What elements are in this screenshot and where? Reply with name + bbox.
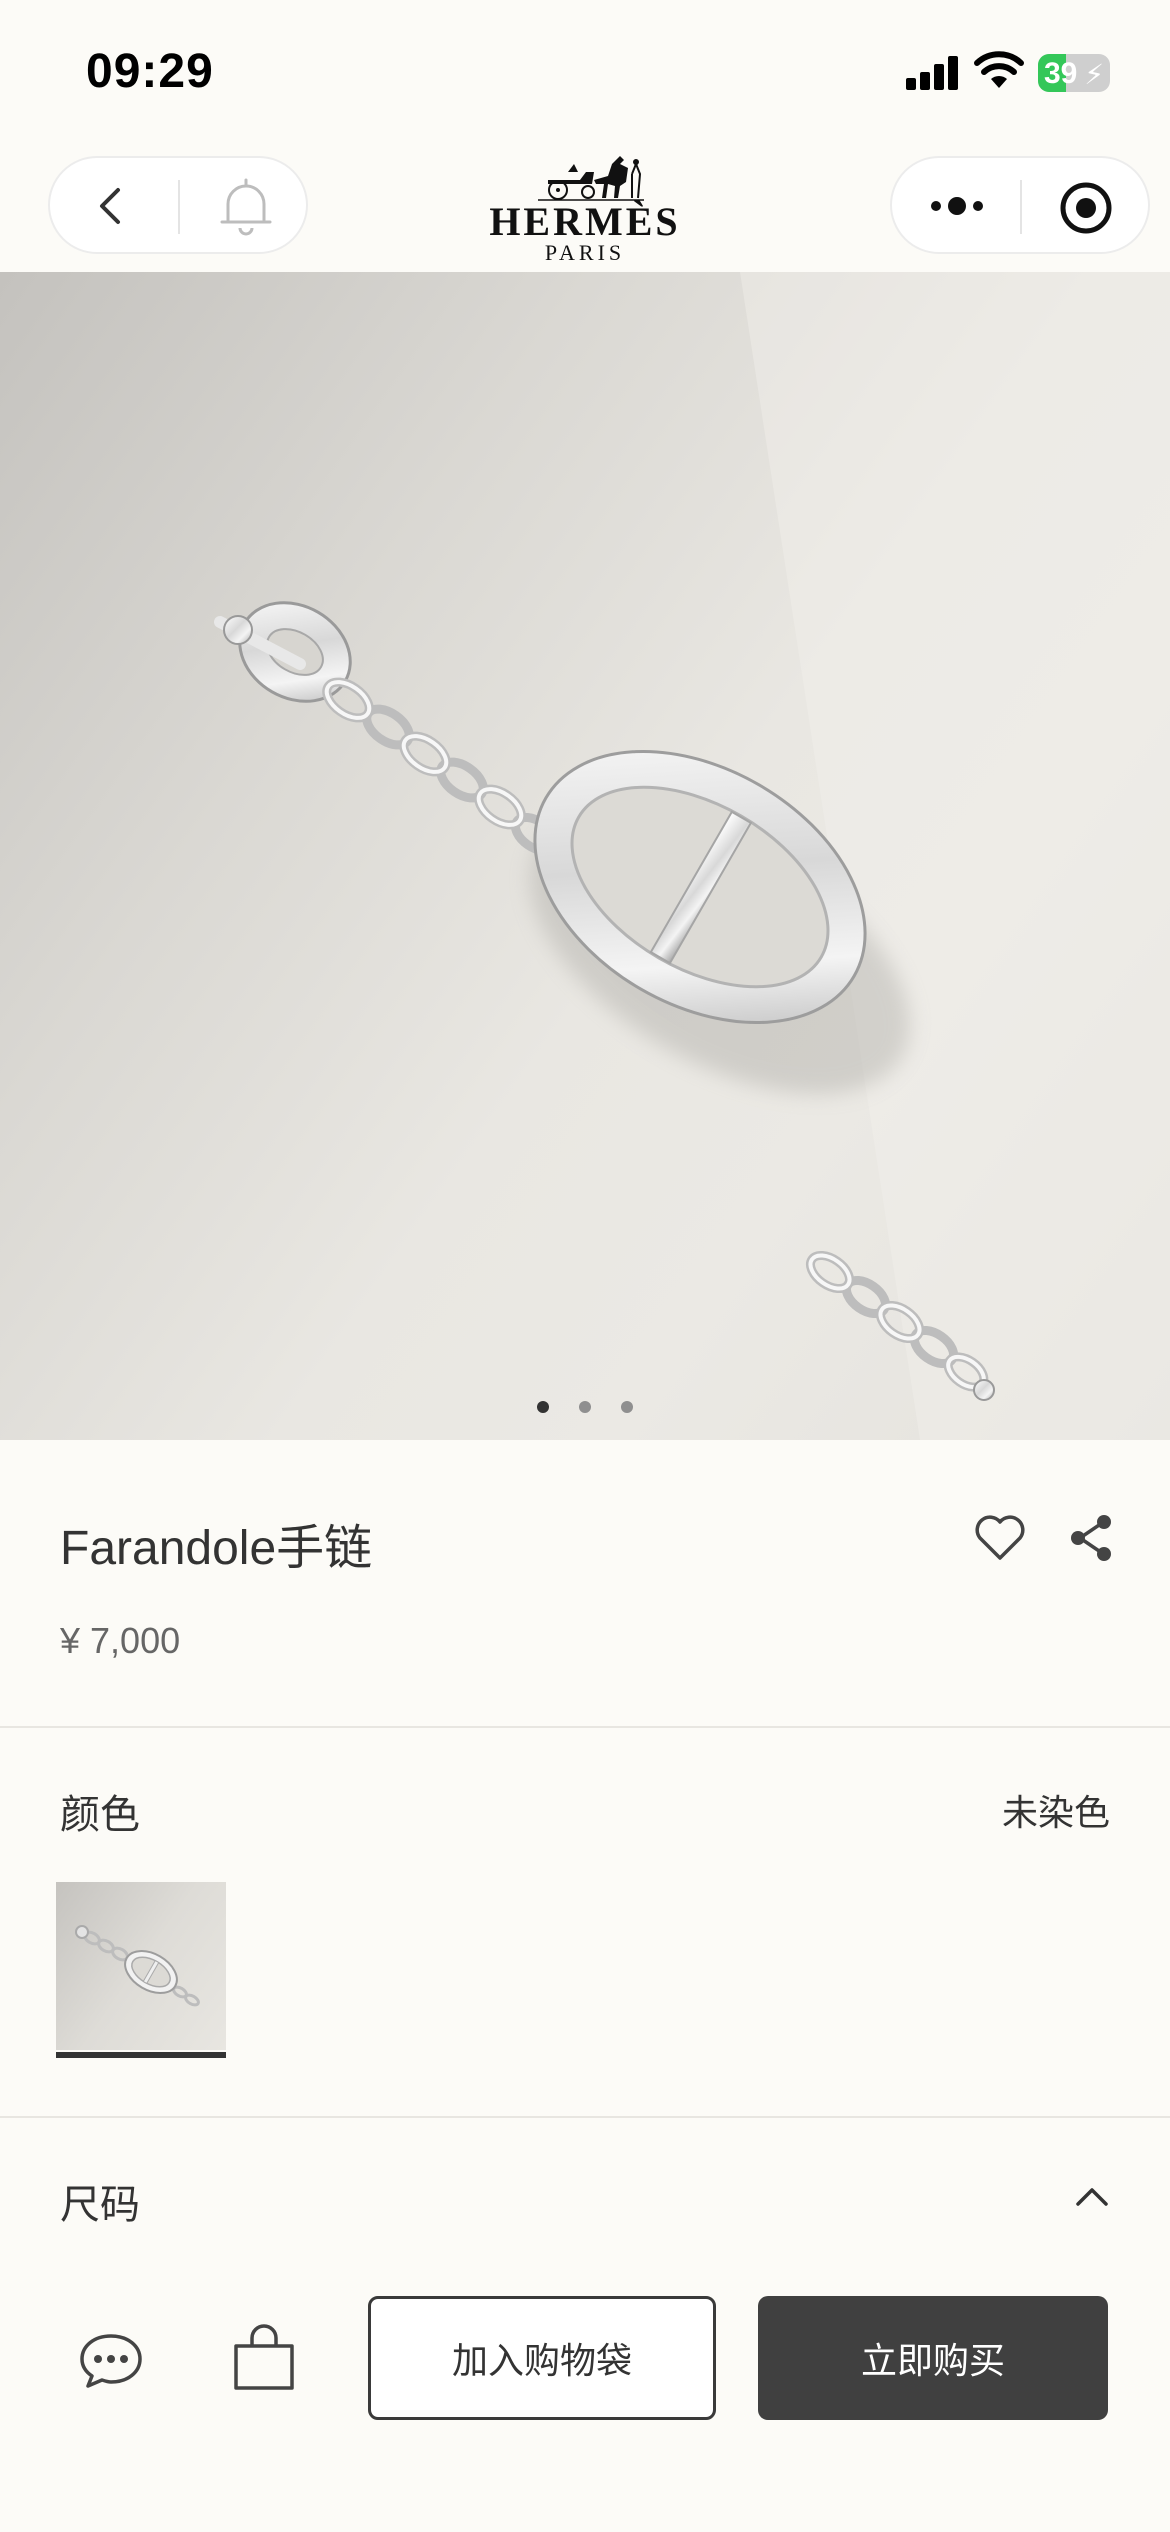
more-dots-icon[interactable] xyxy=(926,186,988,226)
color-swatch-thumbnail xyxy=(56,1882,226,2050)
cellular-signal-icon xyxy=(906,56,958,90)
bottom-action-bar: 加入购物袋 立即购买 xyxy=(0,2252,1170,2532)
brand-name: HERMÈS xyxy=(489,199,681,244)
battery-percent: 39 xyxy=(1044,57,1078,90)
brand-logo: HERMÈS PARIS xyxy=(480,150,690,270)
size-section-label: 尺码 xyxy=(60,2183,140,2227)
nav-left-capsule xyxy=(48,156,308,254)
carousel-dot[interactable] xyxy=(621,1401,633,1413)
chevron-up-icon[interactable] xyxy=(1074,2182,1110,2208)
color-section-label: 颜色 xyxy=(60,1793,140,1837)
wifi-icon xyxy=(974,51,1024,88)
capsule-separator xyxy=(1020,180,1022,234)
chat-bubble-icon[interactable] xyxy=(78,2332,144,2390)
product-price: ¥ 7,000 xyxy=(60,1620,181,1661)
carousel-dot[interactable] xyxy=(537,1401,549,1413)
carousel-dot[interactable] xyxy=(579,1401,591,1413)
shopping-bag-icon[interactable] xyxy=(232,2324,296,2392)
buy-now-button[interactable]: 立即购买 xyxy=(758,2296,1108,2420)
product-title: Farandole手链 xyxy=(60,1522,373,1575)
section-divider xyxy=(0,2116,1170,2118)
carousel-indicator xyxy=(0,1400,1170,1418)
status-bar: 09:29 39 ⚡ xyxy=(0,0,1170,140)
nav-separator xyxy=(178,180,180,234)
color-selected-value: 未染色 xyxy=(1001,1792,1110,1833)
product-image-carousel[interactable] xyxy=(0,272,1170,1440)
heart-icon[interactable] xyxy=(974,1514,1026,1562)
horse-carriage-logo xyxy=(538,156,644,201)
status-time: 09:29 xyxy=(86,45,214,98)
miniprogram-capsule xyxy=(890,156,1150,254)
swatch-selected-underline xyxy=(56,2052,226,2058)
section-divider xyxy=(0,1726,1170,1728)
target-close-icon[interactable] xyxy=(1058,180,1114,236)
chevron-left-icon[interactable] xyxy=(90,184,134,228)
add-to-bag-button[interactable]: 加入购物袋 xyxy=(368,2296,716,2420)
brand-city: PARIS xyxy=(544,240,626,265)
battery-indicator: 39 ⚡ xyxy=(1038,54,1110,92)
charging-bolt-icon: ⚡ xyxy=(1084,59,1104,90)
share-icon[interactable] xyxy=(1066,1512,1116,1564)
bracelet-image xyxy=(214,272,1170,1440)
color-swatch-selected[interactable] xyxy=(56,1882,226,2058)
bell-icon[interactable] xyxy=(216,176,276,238)
